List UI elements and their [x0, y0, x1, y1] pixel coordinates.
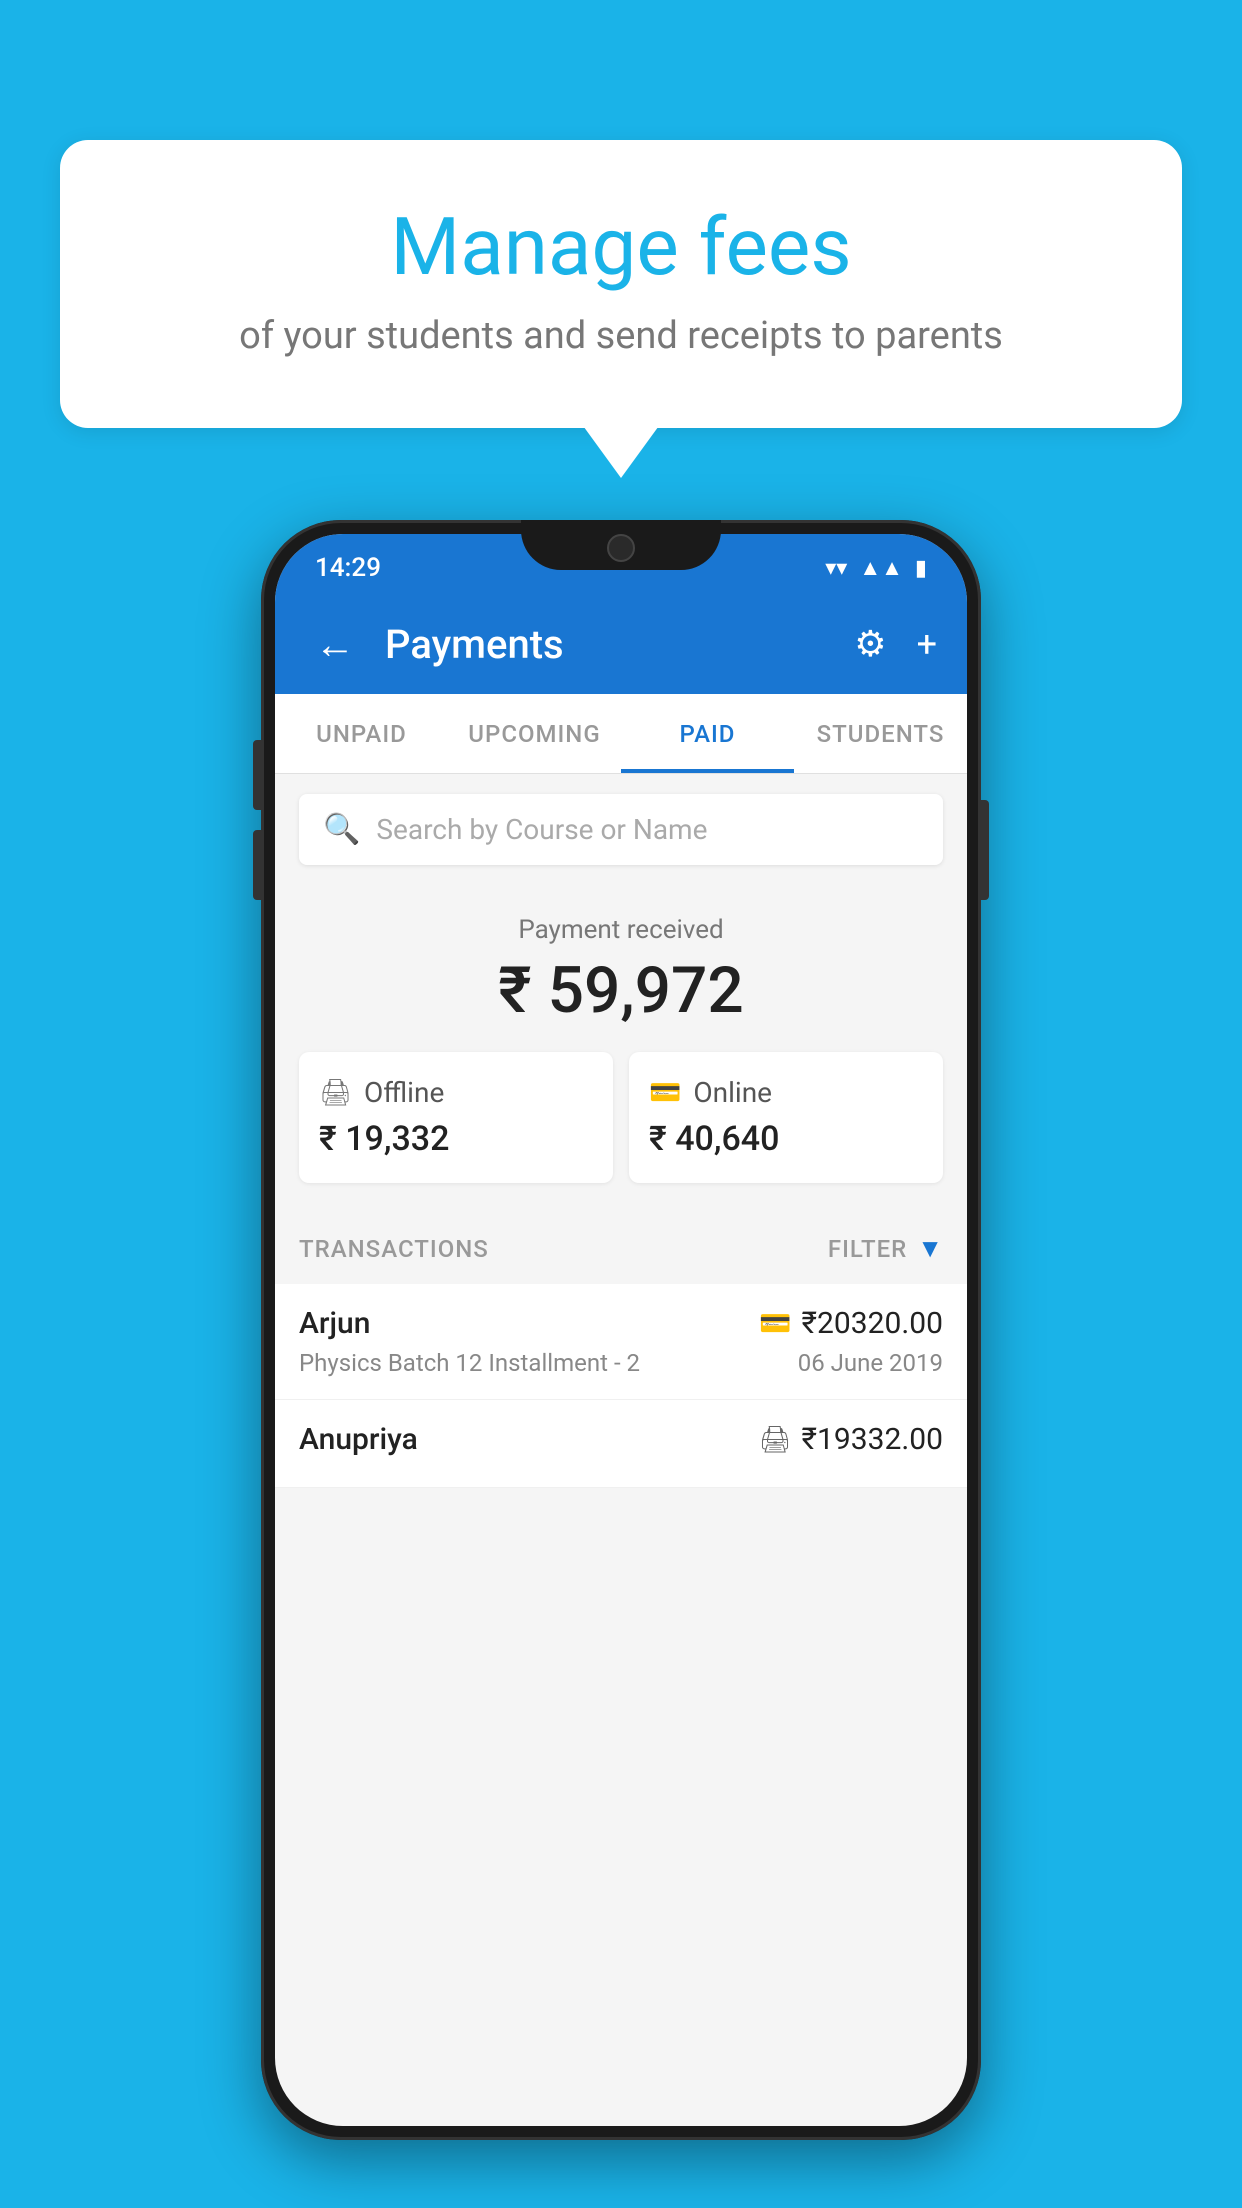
app-title: Payments: [385, 621, 834, 668]
offline-amount: ₹ 19,332: [319, 1119, 593, 1159]
search-bar[interactable]: 🔍 Search by Course or Name: [299, 794, 943, 865]
filter-container[interactable]: FILTER ▼: [828, 1233, 943, 1264]
transaction-bottom-arjun: Physics Batch 12 Installment - 2 06 June…: [299, 1349, 943, 1377]
tab-paid[interactable]: PAID: [621, 694, 794, 773]
transactions-label: TRANSACTIONS: [299, 1235, 489, 1263]
wifi-icon: ▾▾: [825, 556, 847, 581]
online-amount: ₹ 40,640: [649, 1119, 923, 1159]
search-section: 🔍 Search by Course or Name: [275, 774, 967, 885]
amount-wrap-anupriya: 🖨 ₹19332.00: [759, 1422, 943, 1457]
tabs-bar: UNPAID UPCOMING PAID STUDENTS: [275, 694, 967, 774]
online-label: Online: [693, 1076, 772, 1109]
battery-icon: ▮: [915, 556, 927, 581]
volume-up-button: [253, 740, 261, 810]
card-payment-icon: 💳: [759, 1309, 791, 1339]
front-camera: [607, 534, 635, 562]
transactions-header: TRANSACTIONS FILTER ▼: [275, 1213, 967, 1284]
bubble-subtitle: of your students and send receipts to pa…: [140, 314, 1102, 358]
phone-body: 14:29 ▾▾ ▲▲ ▮ ← Payments ⚙ + UNPAID: [261, 520, 981, 2140]
online-icon: 💳: [649, 1078, 681, 1108]
online-card-header: 💳 Online: [649, 1076, 923, 1109]
amount-arjun: ₹20320.00: [802, 1306, 943, 1341]
status-time: 14:29: [315, 553, 381, 583]
settings-icon[interactable]: ⚙: [854, 623, 886, 665]
course-arjun: Physics Batch 12 Installment - 2: [299, 1349, 640, 1377]
add-button[interactable]: +: [917, 623, 937, 665]
transaction-top-arjun: Arjun 💳 ₹20320.00: [299, 1306, 943, 1341]
payment-summary: Payment received ₹ 59,972 🖨 Offline ₹ 19…: [275, 885, 967, 1213]
phone-mockup: 14:29 ▾▾ ▲▲ ▮ ← Payments ⚙ + UNPAID: [261, 520, 981, 2140]
tab-unpaid[interactable]: UNPAID: [275, 694, 448, 773]
phone-notch: [521, 520, 721, 570]
search-icon: 🔍: [323, 812, 360, 847]
back-button[interactable]: ←: [305, 611, 365, 678]
transaction-name-arjun: Arjun: [299, 1306, 370, 1341]
total-payment-amount: ₹ 59,972: [299, 953, 943, 1028]
transaction-row[interactable]: Arjun 💳 ₹20320.00 Physics Batch 12 Insta…: [275, 1284, 967, 1400]
offline-icon: 🖨: [319, 1078, 352, 1108]
offline-payment-icon: 🖨: [759, 1425, 792, 1455]
tab-students[interactable]: STUDENTS: [794, 694, 967, 773]
transactions-list: Arjun 💳 ₹20320.00 Physics Batch 12 Insta…: [275, 1284, 967, 1488]
bubble-title: Manage fees: [140, 200, 1102, 294]
speech-bubble: Manage fees of your students and send re…: [60, 140, 1182, 428]
app-bar: ← Payments ⚙ +: [275, 594, 967, 694]
offline-payment-card: 🖨 Offline ₹ 19,332: [299, 1052, 613, 1183]
payment-cards: 🖨 Offline ₹ 19,332 💳 Online ₹ 40,640: [299, 1052, 943, 1183]
signal-icon: ▲▲: [859, 555, 903, 581]
transaction-top-anupriya: Anupriya 🖨 ₹19332.00: [299, 1422, 943, 1457]
speech-bubble-section: Manage fees of your students and send re…: [60, 140, 1182, 428]
payment-received-label: Payment received: [299, 915, 943, 945]
offline-card-header: 🖨 Offline: [319, 1076, 593, 1109]
amount-wrap-arjun: 💳 ₹20320.00: [759, 1306, 943, 1341]
status-icons: ▾▾ ▲▲ ▮: [825, 555, 927, 581]
online-payment-card: 💳 Online ₹ 40,640: [629, 1052, 943, 1183]
search-placeholder: Search by Course or Name: [376, 813, 707, 846]
power-button: [981, 800, 989, 900]
transaction-row-anupriya[interactable]: Anupriya 🖨 ₹19332.00: [275, 1400, 967, 1488]
date-arjun: 06 June 2019: [798, 1349, 943, 1377]
phone-screen: 14:29 ▾▾ ▲▲ ▮ ← Payments ⚙ + UNPAID: [275, 534, 967, 2126]
tab-upcoming[interactable]: UPCOMING: [448, 694, 621, 773]
filter-label: FILTER: [828, 1235, 907, 1263]
transaction-name-anupriya: Anupriya: [299, 1422, 418, 1457]
offline-label: Offline: [364, 1076, 444, 1109]
filter-icon: ▼: [917, 1233, 943, 1264]
app-bar-icons: ⚙ +: [854, 623, 937, 665]
amount-anupriya: ₹19332.00: [802, 1422, 943, 1457]
volume-down-button: [253, 830, 261, 900]
